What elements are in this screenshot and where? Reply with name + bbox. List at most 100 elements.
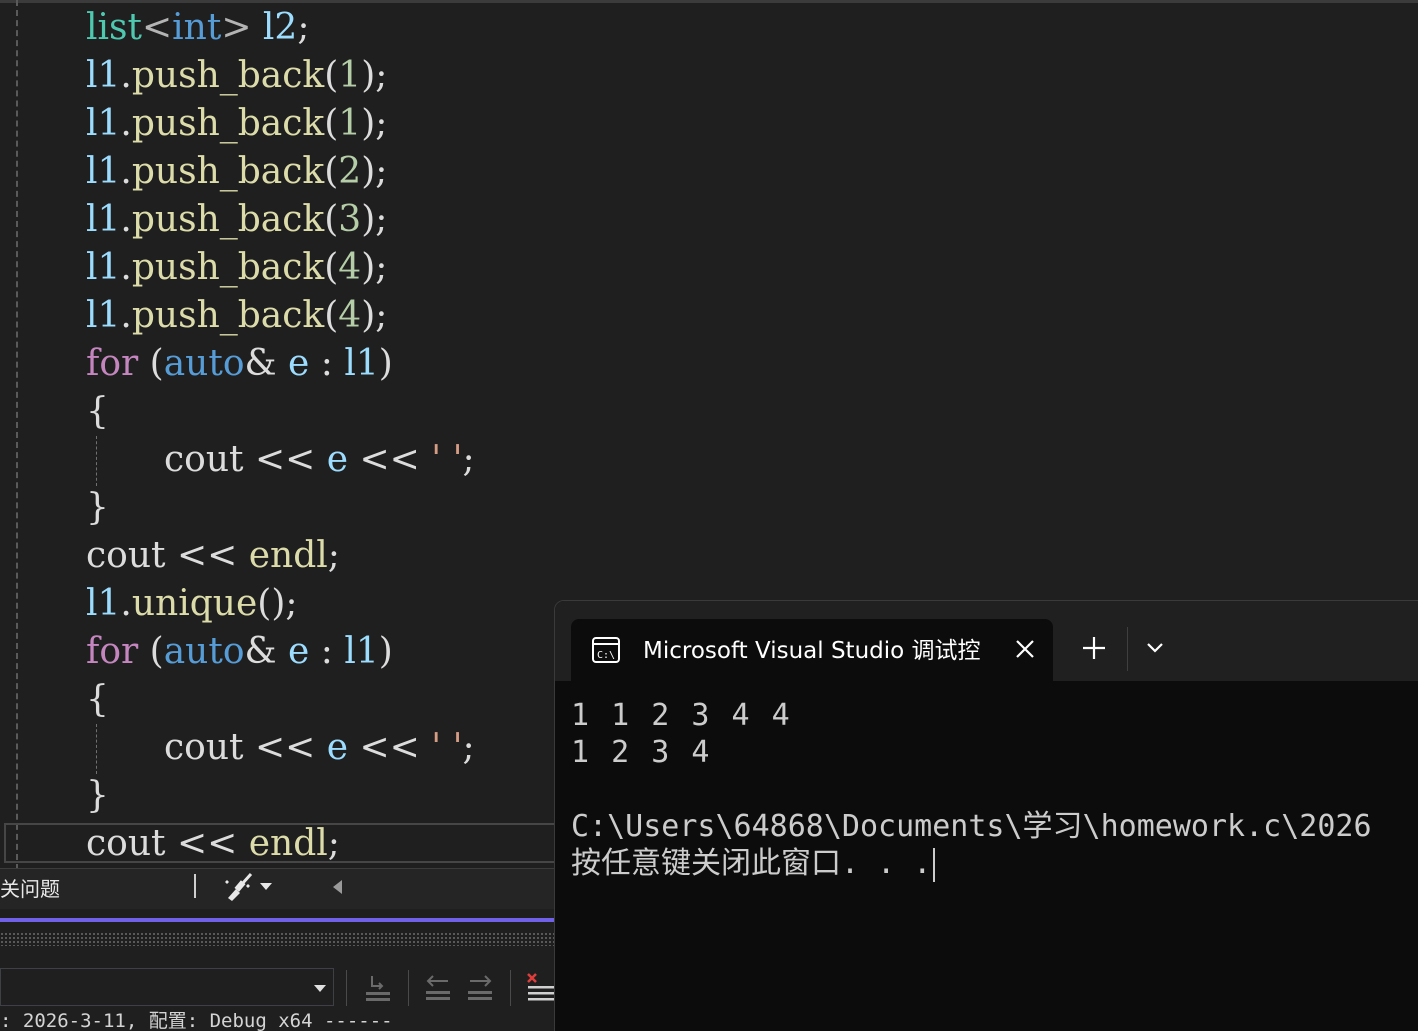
code-token: 1 [338,103,362,144]
code-token: } [86,487,109,528]
code-line[interactable]: cout << endl; [86,533,340,579]
code-token: << [348,727,432,768]
code-token: . [120,583,132,624]
output-source-select[interactable] [0,968,334,1006]
code-token: ( [324,55,339,96]
code-token: : [309,343,345,384]
code-token: << [243,439,327,480]
code-line[interactable]: { [86,389,109,435]
code-token: for [86,343,139,384]
dropdown-arrow-icon[interactable] [258,880,274,892]
code-line[interactable]: list<int> l2; [86,5,309,51]
code-token: unique [131,583,258,624]
code-line[interactable]: l1.push_back(4); [86,245,387,291]
current-line-highlight [4,823,564,863]
code-token: l1 [86,247,121,288]
code-token: . [120,199,132,240]
code-token: l1 [86,199,121,240]
code-token: l1 [86,55,121,96]
code-line[interactable]: l1.push_back(1); [86,101,387,147]
code-token: l1 [86,103,121,144]
toolbar-separator [194,874,196,898]
issues-filter-label[interactable]: 关问题 [0,876,60,902]
panel-drag-grip[interactable] [0,932,556,946]
code-token: list [86,7,142,48]
prev-message-icon[interactable] [422,972,454,1004]
code-token: > [221,7,263,48]
code-token: ' ' [431,439,463,480]
code-line[interactable]: l1.push_back(2); [86,149,387,195]
screen: list<int> l2; l1.push_back(1); l1.push_bac… [0,0,1418,1031]
code-token: & [244,343,289,384]
code-token: endl [248,535,328,576]
scroll-left-icon[interactable] [330,878,346,896]
code-line[interactable]: { [86,677,109,723]
code-line[interactable]: l1.unique(); [86,581,298,627]
code-line[interactable]: cout << e << ' '; [164,725,475,771]
code-token: int [172,7,222,48]
plus-icon[interactable] [1081,635,1107,661]
code-token: ); [361,151,388,192]
code-token: << [348,439,432,480]
code-line[interactable]: } [86,485,109,531]
code-token: & [244,631,289,672]
code-token: { [86,391,109,432]
code-token: . [120,151,132,192]
close-icon[interactable] [1013,637,1037,661]
terminal-prompt-line: 按任意键关闭此窗口. . . [571,845,1418,882]
code-line[interactable]: l1.push_back(3); [86,197,387,243]
code-token: e [326,727,349,768]
goto-line-icon[interactable] [362,972,394,1004]
terminal-tab[interactable]: C:\ Microsoft Visual Studio 调试控 [571,619,1053,683]
terminal-line: 1 2 3 4 [571,735,712,770]
code-token: . [120,247,132,288]
code-token: ( [324,151,339,192]
code-token: . [120,55,132,96]
code-token: cout [86,535,166,576]
code-token: ' ' [431,727,463,768]
indent-guide [16,0,18,870]
code-token: } [86,775,109,816]
code-token: ) [378,631,393,672]
code-token: push_back [131,199,325,240]
code-line[interactable]: l1.push_back(4); [86,293,387,339]
code-token: ) [378,343,393,384]
code-line[interactable]: } [86,773,109,819]
chevron-down-icon[interactable] [312,983,328,993]
titlebar-separator [1127,627,1128,671]
code-line[interactable]: for (auto& e : l1) [86,341,393,387]
code-token: e [326,439,349,480]
terminal-output[interactable]: 1 1 2 3 4 4 1 2 3 4 C:\Users\64868\Docum… [571,697,1418,882]
code-token: ( [138,631,164,672]
code-line[interactable]: cout << e << ' '; [164,437,475,483]
toolbar-separator [408,970,409,1006]
code-token: auto [163,631,245,672]
code-token: ; [297,7,310,48]
terminal-line: C:\Users\64868\Documents\学习\homework.c\2… [571,809,1372,844]
cleanup-brush-icon[interactable] [222,872,256,902]
next-message-icon[interactable] [464,972,496,1004]
chevron-down-icon[interactable] [1145,641,1165,655]
code-token: 3 [338,199,362,240]
code-token: l2 [262,7,298,48]
code-token: ); [361,55,388,96]
code-token: ); [361,247,388,288]
code-token: e [288,631,310,672]
svg-text:C:\: C:\ [597,650,615,661]
code-token: ); [361,199,388,240]
error-list-toolbar [0,868,556,909]
code-token: ( [324,247,339,288]
code-token: (); [257,583,298,624]
code-token: auto [163,343,245,384]
toolbar-separator [346,970,347,1006]
code-token: push_back [131,247,325,288]
code-token: 1 [338,55,362,96]
code-line[interactable]: for (auto& e : l1) [86,629,393,675]
code-token: cout [164,439,244,480]
code-token: ( [138,343,164,384]
clear-all-icon[interactable] [524,972,556,1004]
terminal-prompt: 按任意键关闭此窗口. . . [571,846,932,881]
debug-console-window[interactable]: C:\ Microsoft Visual Studio 调试控 1 1 2 3 … [554,600,1418,1031]
code-line[interactable]: l1.push_back(1); [86,53,387,99]
